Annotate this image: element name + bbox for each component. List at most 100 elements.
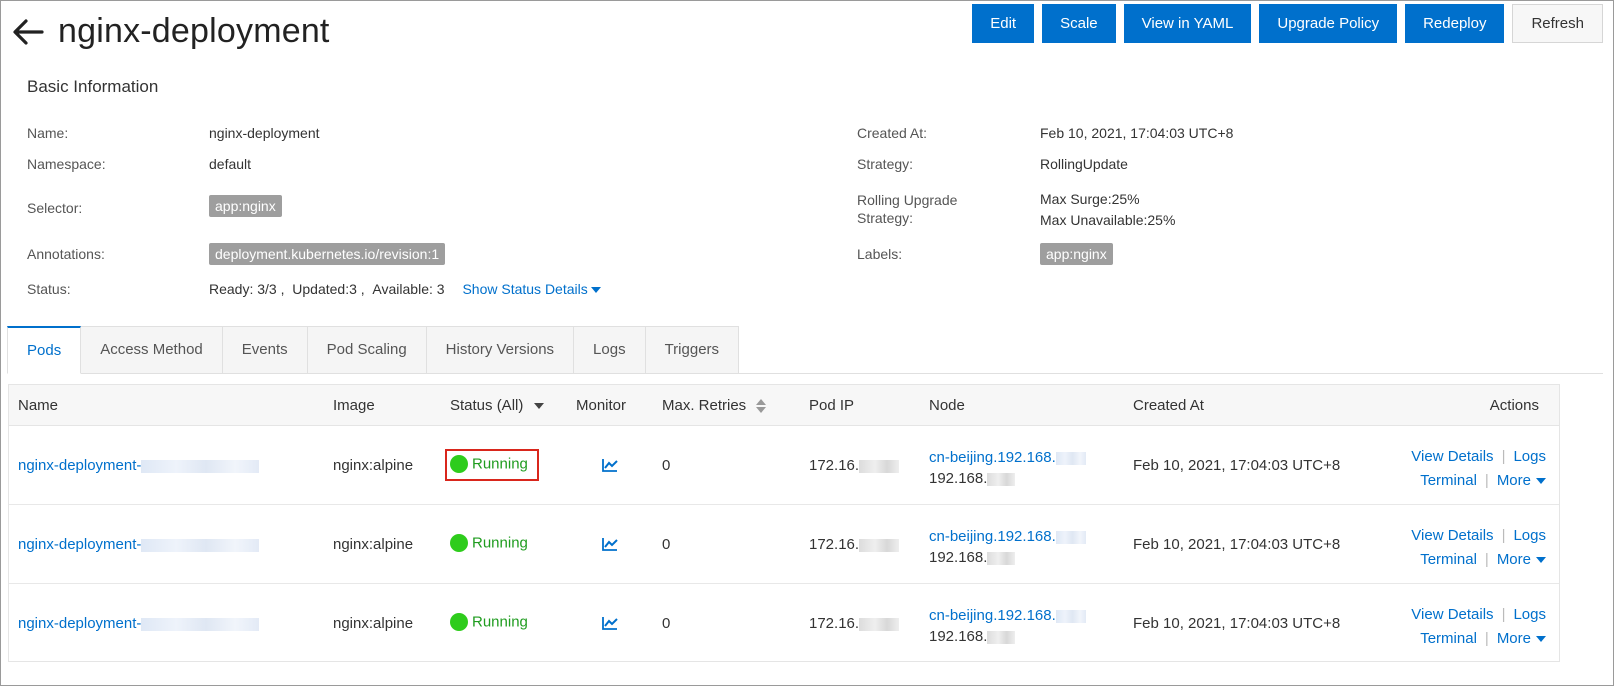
logs-link[interactable]: Logs [1513,527,1546,544]
tab-events[interactable]: Events [222,326,308,374]
column-header-created-at: Created At [1133,397,1204,414]
redacted-pod-ip [859,538,900,552]
strategy-label: Strategy: [857,156,914,172]
table-header: Name Image Status (All) Monitor Max. Ret… [9,385,1559,426]
namespace-label: Namespace: [27,156,106,172]
max-retries-value: 0 [662,536,671,553]
view-details-link[interactable]: View Details [1411,606,1493,623]
tab-bar: Pods Access Method Events Pod Scaling Hi… [7,326,740,374]
row-actions: View Details | Logs Terminal | More [1411,445,1546,493]
monitor-chart-icon[interactable] [601,615,619,631]
edit-button[interactable]: Edit [972,4,1035,43]
chevron-down-icon [1536,478,1546,485]
more-label: More [1496,630,1531,647]
scale-button[interactable]: Scale [1042,4,1116,43]
terminal-link[interactable]: Terminal [1420,630,1477,647]
node-name-link[interactable]: cn-beijing.192.168. [929,526,1086,547]
node-cell: cn-beijing.192.168. 192.168. [929,605,1086,647]
action-separator: | [1484,630,1489,647]
redacted-node-suffix [1055,451,1086,465]
page-frame: nginx-deployment Edit Scale View in YAML… [0,0,1614,686]
more-dropdown[interactable]: More [1497,630,1546,647]
view-details-link[interactable]: View Details [1411,448,1493,465]
pod-name-link[interactable]: nginx-deployment- [18,536,260,553]
logs-link[interactable]: Logs [1513,606,1546,623]
more-dropdown[interactable]: More [1497,472,1546,489]
sort-icon [756,399,767,414]
tab-history-versions[interactable]: History Versions [426,326,575,374]
rolling-upgrade-label-line2: Strategy: [857,210,914,226]
column-header-actions: Actions [1489,397,1539,414]
labels-tag-wrap: app:nginx [1040,243,1113,265]
tab-pod-scaling[interactable]: Pod Scaling [307,326,427,374]
pod-image: nginx:alpine [333,457,414,474]
back-arrow-icon[interactable] [11,17,45,47]
selector-label: Selector: [27,200,83,216]
node-name-link[interactable]: cn-beijing.192.168. [929,605,1086,626]
refresh-button[interactable]: Refresh [1512,4,1603,43]
monitor-chart-icon[interactable] [601,457,619,473]
redacted-pod-suffix [141,459,260,473]
pod-name-text: nginx-deployment- [18,457,142,474]
chevron-down-icon [1536,636,1546,643]
show-status-details-link[interactable]: Show Status Details [462,281,601,297]
max-retries-value: 0 [662,615,671,632]
pods-table: Name Image Status (All) Monitor Max. Ret… [8,384,1560,662]
tab-access-method[interactable]: Access Method [81,326,223,374]
tab-pods[interactable]: Pods [7,326,82,374]
column-header-node: Node [929,397,965,414]
view-yaml-button[interactable]: View in YAML [1123,4,1252,43]
node-ip: 192.168. [929,626,1086,647]
node-ip-text: 192.168. [929,628,988,645]
redacted-node-ip [987,551,1016,565]
terminal-link[interactable]: Terminal [1420,472,1477,489]
more-dropdown[interactable]: More [1497,551,1546,568]
basic-information-heading: Basic Information [27,77,159,96]
chevron-down-icon [590,287,601,294]
tab-logs[interactable]: Logs [574,326,646,374]
node-name-link[interactable]: cn-beijing.192.168. [929,447,1086,468]
terminal-link[interactable]: Terminal [1420,551,1477,568]
view-details-link[interactable]: View Details [1411,527,1493,544]
action-separator: | [1484,472,1489,489]
column-header-monitor: Monitor [576,397,627,414]
created-at-label: Created At: [857,125,928,141]
logs-link[interactable]: Logs [1513,448,1546,465]
redacted-node-suffix [1055,609,1086,623]
status-summary: Ready: 3/3 , Updated:3 , Available: 3 Sh… [209,281,601,297]
node-name-text: cn-beijing.192.168. [929,449,1056,466]
pod-created-at: Feb 10, 2021, 17:04:03 UTC+8 [1133,536,1341,553]
pod-image: nginx:alpine [333,536,414,553]
pod-name-link[interactable]: nginx-deployment- [18,615,260,632]
pod-name-link[interactable]: nginx-deployment- [18,457,260,474]
more-label: More [1496,472,1531,489]
running-status-icon [450,613,468,632]
max-retries-value: 0 [662,457,671,474]
selector-tag: app:nginx [209,195,282,217]
monitor-chart-icon[interactable] [601,536,619,552]
column-header-status[interactable]: Status (All) [450,385,545,426]
redacted-pod-suffix [141,538,260,552]
running-status-icon [450,534,468,553]
node-cell: cn-beijing.192.168. 192.168. [929,447,1086,489]
pod-status: Running [450,534,528,553]
redacted-node-ip [987,472,1016,486]
column-header-max-retries[interactable]: Max. Retries [662,385,767,426]
column-header-name: Name [18,397,59,414]
node-ip-text: 192.168. [929,549,988,566]
column-header-pod-ip: Pod IP [809,397,855,414]
namespace-value: default [209,156,252,172]
pod-ip: 172.16. [809,536,900,553]
status-value: Ready: 3/3 , Updated:3 , Available: 3 [209,281,445,297]
show-status-details-label: Show Status Details [462,281,588,297]
action-separator: | [1484,551,1489,568]
pod-name-text: nginx-deployment- [18,615,142,632]
upgrade-policy-button[interactable]: Upgrade Policy [1259,4,1398,43]
pod-ip: 172.16. [809,615,900,632]
column-header-status-label: Status (All) [450,397,524,414]
redeploy-button[interactable]: Redeploy [1405,4,1505,43]
tab-triggers[interactable]: Triggers [645,326,740,374]
pod-name-text: nginx-deployment- [18,536,142,553]
rolling-upgrade-label-line1: Rolling Upgrade [857,192,958,208]
action-separator: | [1501,527,1506,544]
